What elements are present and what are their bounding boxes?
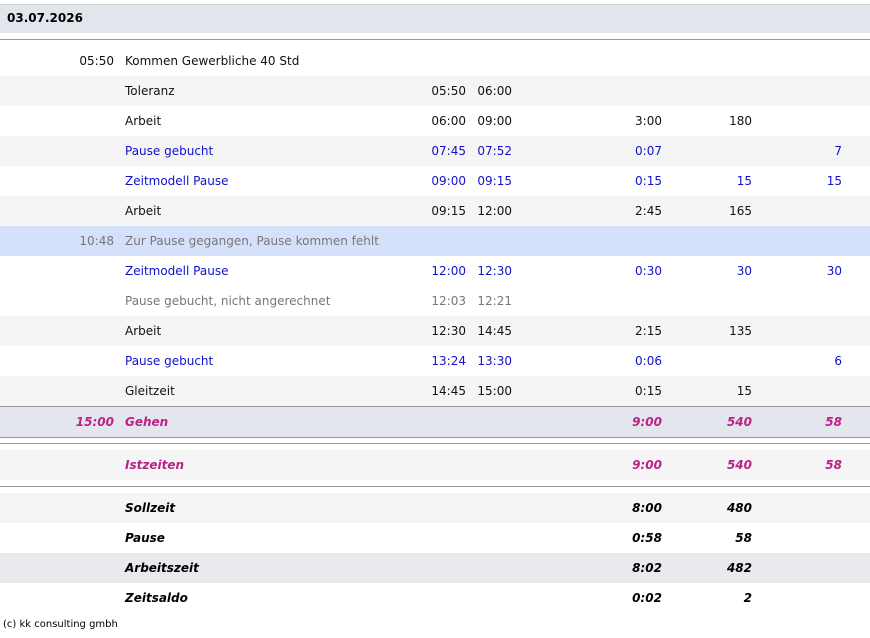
row-minutes: 180 — [729, 114, 752, 128]
row-time: 10:48 — [79, 234, 114, 248]
gehen-minutes: 540 — [726, 415, 752, 429]
summary-label: Arbeitszeit — [125, 561, 199, 575]
summary-row-zeitsaldo: Zeitsaldo 0:02 2 — [0, 583, 870, 613]
summary-duration: 8:02 — [632, 561, 662, 575]
booking-row[interactable]: Arbeit 12:30 14:45 2:15 135 — [0, 316, 870, 346]
row-text: Gleitzeit — [125, 384, 175, 398]
row-minutes: 15 — [736, 174, 752, 188]
row-to: 14:45 — [477, 324, 512, 338]
row-from: 14:45 — [431, 384, 466, 398]
row-from: 09:00 — [431, 174, 466, 188]
date-header: 03.07.2026 — [0, 4, 870, 33]
row-to: 12:30 — [477, 264, 512, 278]
row-duration: 0:06 — [635, 354, 662, 368]
row-text: Toleranz — [125, 84, 175, 98]
gehen-duration: 9:00 — [632, 415, 662, 429]
row-duration: 0:07 — [635, 144, 662, 158]
summary-minutes: 480 — [726, 501, 752, 515]
row-to: 09:15 — [477, 174, 512, 188]
summary-label: Pause — [125, 531, 165, 545]
row-from: 06:00 — [431, 114, 466, 128]
row-to: 12:21 — [477, 294, 512, 308]
booking-row[interactable]: Pause gebucht 07:45 07:52 0:07 7 — [0, 136, 870, 166]
row-minutes: 15 — [736, 384, 752, 398]
row-text: Arbeit — [125, 324, 162, 338]
row-from: 13:24 — [431, 354, 466, 368]
copyright-footer: (c) kk consulting gmbh — [3, 619, 118, 630]
row-duration: 2:45 — [635, 204, 662, 218]
booking-row[interactable]: Zeitmodell Pause 12:00 12:30 0:30 30 30 — [0, 256, 870, 286]
booking-row[interactable]: Pause gebucht 13:24 13:30 0:06 6 — [0, 346, 870, 376]
row-to: 13:30 — [477, 354, 512, 368]
row-to: 09:00 — [477, 114, 512, 128]
row-text: Arbeit — [125, 204, 162, 218]
row-text: Zur Pause gegangen, Pause kommen fehlt — [125, 234, 379, 248]
row-pause-minutes: 30 — [826, 264, 842, 278]
summary-duration: 0:02 — [632, 591, 662, 605]
row-to: 07:52 — [477, 144, 512, 158]
row-minutes: 165 — [729, 204, 752, 218]
row-duration: 2:15 — [635, 324, 662, 338]
booking-row[interactable]: Arbeit 09:15 12:00 2:45 165 — [0, 196, 870, 226]
istzeiten-minutes: 540 — [726, 458, 752, 472]
summary-minutes: 482 — [726, 561, 752, 575]
summary-row-sollzeit: Sollzeit 8:00 480 — [0, 493, 870, 523]
date-label: 03.07.2026 — [7, 11, 83, 25]
row-time: 05:50 — [79, 54, 114, 68]
row-text: Zeitmodell Pause — [125, 174, 229, 188]
summary-label: Zeitsaldo — [125, 591, 188, 605]
booking-row[interactable]: 05:50 Kommen Gewerbliche 40 Std — [0, 46, 870, 76]
row-duration: 0:30 — [635, 264, 662, 278]
booking-row[interactable]: Gleitzeit 14:45 15:00 0:15 15 — [0, 376, 870, 406]
row-text: Arbeit — [125, 114, 162, 128]
divider — [0, 443, 870, 444]
summary-row-arbeitszeit: Arbeitszeit 8:02 482 — [0, 553, 870, 583]
row-text: Pause gebucht — [125, 354, 214, 368]
booking-row[interactable]: Arbeit 06:00 09:00 3:00 180 — [0, 106, 870, 136]
row-from: 05:50 — [431, 84, 466, 98]
row-to: 06:00 — [477, 84, 512, 98]
row-minutes: 30 — [736, 264, 752, 278]
istzeiten-label: Istzeiten — [125, 458, 184, 472]
row-minutes: 135 — [729, 324, 752, 338]
booking-row[interactable]: Toleranz 05:50 06:00 — [0, 76, 870, 106]
row-from: 12:03 — [431, 294, 466, 308]
booking-row-selected[interactable]: 10:48 Zur Pause gegangen, Pause kommen f… — [0, 226, 870, 256]
row-pause-minutes: 6 — [834, 354, 842, 368]
istzeiten-row: Istzeiten 9:00 540 58 — [0, 450, 870, 480]
summary-label: Sollzeit — [125, 501, 176, 515]
gehen-row[interactable]: 15:00 Gehen 9:00 540 58 — [0, 406, 870, 438]
summary-row-pause: Pause 0:58 58 — [0, 523, 870, 553]
divider — [0, 486, 870, 487]
summary-minutes: 2 — [743, 591, 752, 605]
row-from: 12:30 — [431, 324, 466, 338]
gehen-label: Gehen — [125, 415, 169, 429]
divider — [0, 39, 870, 40]
row-duration: 0:15 — [635, 174, 662, 188]
row-from: 09:15 — [431, 204, 466, 218]
summary-duration: 0:58 — [632, 531, 662, 545]
row-duration: 0:15 — [635, 384, 662, 398]
istzeiten-pause-minutes: 58 — [825, 458, 842, 472]
row-text: Zeitmodell Pause — [125, 264, 229, 278]
row-to: 12:00 — [477, 204, 512, 218]
row-pause-minutes: 15 — [826, 174, 842, 188]
istzeiten-duration: 9:00 — [632, 458, 662, 472]
row-duration: 3:00 — [635, 114, 662, 128]
booking-row[interactable]: Zeitmodell Pause 09:00 09:15 0:15 15 15 — [0, 166, 870, 196]
booking-row[interactable]: Pause gebucht, nicht angerechnet 12:03 1… — [0, 286, 870, 316]
row-text: Kommen Gewerbliche 40 Std — [125, 54, 300, 68]
gehen-time: 15:00 — [75, 415, 114, 429]
gehen-pause-minutes: 58 — [825, 415, 842, 429]
summary-minutes: 58 — [735, 531, 752, 545]
row-text: Pause gebucht, nicht angerechnet — [125, 294, 331, 308]
row-text: Pause gebucht — [125, 144, 214, 158]
row-to: 15:00 — [477, 384, 512, 398]
summary-duration: 8:00 — [632, 501, 662, 515]
row-from: 12:00 — [431, 264, 466, 278]
row-pause-minutes: 7 — [834, 144, 842, 158]
row-from: 07:45 — [431, 144, 466, 158]
